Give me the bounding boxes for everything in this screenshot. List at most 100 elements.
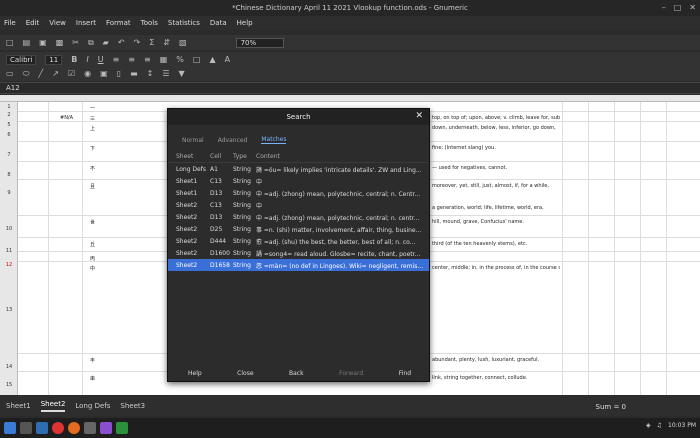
row-header[interactable]: 15	[0, 382, 18, 388]
copy-icon[interactable]: ⧉	[88, 38, 94, 48]
cell[interactable]: 上	[90, 125, 95, 132]
cell-reference[interactable]: A12	[6, 84, 20, 92]
cell[interactable]: 三	[90, 115, 95, 122]
chart-icon[interactable]: ▧	[179, 38, 187, 47]
ellipse-icon[interactable]: ⬭	[23, 69, 30, 79]
menu-statistics[interactable]: Statistics	[168, 19, 200, 27]
row-header[interactable]: 5	[0, 122, 18, 128]
definition-text[interactable]: link, string together, connect, collude.	[432, 375, 560, 381]
result-row[interactable]: Long Defs A1 String 旖 =öu= likely implies '…	[168, 163, 429, 175]
cell[interactable]: 丙	[90, 255, 95, 262]
font-size-select[interactable]: 11	[45, 54, 63, 65]
save-icon[interactable]: ▣	[39, 38, 47, 47]
row-header[interactable]: 10	[0, 226, 18, 232]
open-icon[interactable]: ▤	[23, 38, 31, 47]
list-icon[interactable]: ☰	[162, 69, 169, 78]
gnumeric-icon[interactable]	[116, 422, 128, 434]
definition-text[interactable]: third (of the ten heavenly stems), etc.	[432, 241, 560, 247]
firefox-icon[interactable]	[68, 422, 80, 434]
rectangle-icon[interactable]: ▭	[6, 69, 14, 78]
tab-normal[interactable]: Normal	[182, 137, 204, 144]
col-type[interactable]: Type	[233, 153, 256, 160]
align-left-icon[interactable]: ≡	[113, 55, 120, 64]
new-icon[interactable]: □	[6, 38, 14, 47]
zoom-select[interactable]: 70%	[235, 37, 284, 48]
start-menu-icon[interactable]	[4, 422, 16, 434]
cell[interactable]: 丰	[90, 357, 95, 364]
definition-text[interactable]: abundant, plenty, lush, luxuriant, grace…	[432, 357, 560, 363]
row-header[interactable]: 14	[0, 364, 18, 370]
row-header[interactable]: 7	[0, 152, 18, 158]
definition-text[interactable]: fine; (Internet slang) you.	[432, 145, 560, 151]
definition-text[interactable]: — used for negatives, cannot.	[432, 165, 560, 171]
definition-text[interactable]: hill, mound, grave, Confucius' name.	[432, 219, 560, 225]
radio-icon[interactable]: ◉	[84, 69, 91, 78]
italic-icon[interactable]: I	[86, 55, 88, 64]
files-icon[interactable]	[20, 422, 32, 434]
fill-color-icon[interactable]: ▲	[209, 55, 215, 64]
merge-icon[interactable]: ▦	[160, 55, 168, 64]
network-icon[interactable]: ◈	[646, 422, 651, 429]
checkbox-icon[interactable]: ☑	[68, 69, 75, 78]
combo-icon[interactable]: ▼	[179, 69, 185, 78]
row-header-selected[interactable]: 12	[0, 262, 18, 268]
cell[interactable]: 串	[90, 375, 95, 382]
sum-icon[interactable]: Σ	[149, 38, 154, 47]
close-icon[interactable]: ✕	[415, 111, 423, 121]
font-name-select[interactable]: Calibri	[6, 54, 37, 65]
col-cell[interactable]: Cell	[210, 153, 233, 160]
definition-text[interactable]: down, underneath, below, less, inferior,…	[432, 125, 560, 131]
cell[interactable]: 丘	[90, 241, 95, 248]
menu-tools[interactable]: Tools	[141, 19, 158, 27]
menu-insert[interactable]: Insert	[76, 19, 96, 27]
tab-sheet1[interactable]: Sheet1	[6, 402, 31, 410]
arrow-icon[interactable]: ↗	[52, 69, 59, 78]
browser-icon[interactable]	[52, 422, 64, 434]
bold-icon[interactable]: B	[71, 55, 77, 64]
button-icon[interactable]: ▣	[100, 69, 108, 78]
menu-format[interactable]: Format	[106, 19, 131, 27]
file-manager-icon[interactable]	[36, 422, 48, 434]
cell[interactable]: 中	[90, 265, 95, 272]
result-row[interactable]: Sheet1 D13 String 中 =adj. (zhong) mean, pol…	[168, 187, 429, 199]
result-row[interactable]: Sheet2 D1600 String 誦 =song4= read aloud. G…	[168, 247, 429, 259]
cell[interactable]: 世	[90, 219, 95, 226]
align-right-icon[interactable]: ≡	[144, 55, 151, 64]
row-header[interactable]: 11	[0, 248, 18, 254]
percent-icon[interactable]: %	[176, 55, 184, 64]
definition-text[interactable]: a generation, world; life, lifetime, wor…	[432, 205, 560, 211]
clock[interactable]: 10:03 PM	[668, 422, 696, 429]
result-row[interactable]: Sheet1 C13 String 中	[168, 175, 429, 187]
row-header[interactable]: 8	[0, 172, 18, 178]
font-color-icon[interactable]: A	[225, 55, 230, 64]
minimize-icon[interactable]: –	[662, 3, 666, 12]
cell[interactable]: 不	[90, 165, 95, 172]
sort-icon[interactable]: ⇵	[163, 38, 170, 47]
text-editor-icon[interactable]	[84, 422, 96, 434]
tab-matches[interactable]: Matches	[261, 136, 287, 144]
line-icon[interactable]: ╱	[38, 69, 43, 78]
row-header[interactable]: 1	[0, 104, 18, 110]
definition-text[interactable]: top, on top of; upon, above; v. climb, l…	[432, 115, 560, 121]
close-button[interactable]: Close	[237, 370, 253, 377]
tab-sheet2[interactable]: Sheet2	[40, 400, 66, 412]
volume-icon[interactable]: ♫	[657, 422, 662, 429]
help-button[interactable]: Help	[188, 370, 202, 377]
find-button[interactable]: Find	[399, 370, 411, 377]
cell[interactable]: 一	[90, 105, 95, 112]
col-sheet[interactable]: Sheet	[176, 153, 210, 160]
result-row-selected[interactable]: Sheet2 D1658 String 忽 =màn= (no def in Ling…	[168, 259, 429, 271]
result-row[interactable]: Sheet2 C13 String 中	[168, 199, 429, 211]
close-window-icon[interactable]: ✕	[689, 3, 696, 12]
menu-edit[interactable]: Edit	[26, 19, 40, 27]
definition-text[interactable]: moreover, yet, still, just, almost, if, …	[432, 183, 560, 189]
print-icon[interactable]: ▩	[56, 38, 64, 47]
redo-icon[interactable]: ↷	[134, 38, 141, 47]
tab-advanced[interactable]: Advanced	[218, 137, 248, 144]
app-icon[interactable]	[100, 422, 112, 434]
align-center-icon[interactable]: ≡	[128, 55, 135, 64]
tab-long-defs[interactable]: Long Defs	[75, 402, 110, 410]
menu-view[interactable]: View	[49, 19, 66, 27]
cell[interactable]: #N/A	[60, 115, 73, 121]
spin-icon[interactable]: ↕	[147, 69, 154, 78]
